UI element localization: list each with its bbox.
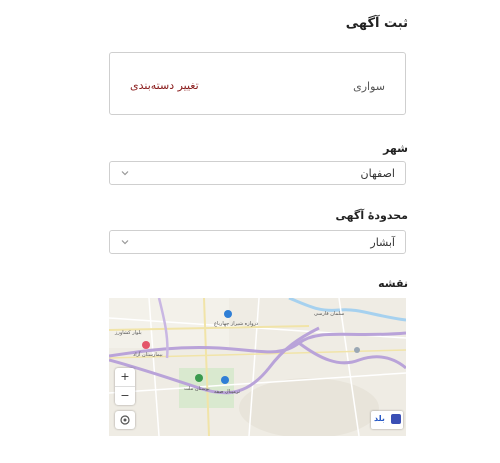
zoom-in-button[interactable]: + — [115, 368, 135, 386]
city-select[interactable]: اصفهان — [109, 161, 406, 185]
map-place-label: ترمینال صفه — [214, 389, 241, 395]
map-canvas[interactable] — [109, 298, 406, 436]
region-select[interactable]: آبشار — [109, 230, 406, 254]
chevron-down-icon — [121, 171, 129, 176]
locate-button[interactable] — [115, 411, 135, 429]
page-title: ثبت آگهی — [345, 16, 408, 31]
category-box: سواری تغییر دسته‌بندی — [109, 52, 406, 115]
region-value: آبشار — [370, 236, 395, 249]
map-place-label: دروازه شیراز چهارباغ — [214, 321, 259, 327]
category-name: سواری — [353, 80, 385, 93]
change-category-link[interactable]: تغییر دسته‌بندی — [130, 79, 199, 92]
brand-name: بلد — [374, 414, 385, 423]
map-place-label: سلمان فارسی — [314, 311, 345, 317]
map-brand: بلد — [371, 411, 403, 429]
map-label: نقشه — [378, 277, 408, 290]
locate-icon — [120, 415, 130, 425]
chevron-down-icon — [121, 240, 129, 245]
map-place-label: بوستان ملت — [184, 386, 210, 392]
city-value: اصفهان — [360, 167, 395, 180]
zoom-out-button[interactable]: − — [115, 386, 135, 405]
map-place-label: بیمارستان آزاد — [133, 352, 163, 358]
region-label: محدودهٔ آگهی — [335, 209, 408, 222]
brand-logo-icon — [391, 414, 401, 424]
map[interactable]: سلمان فارسی بلوار کشاورز دروازه شیراز چه… — [109, 298, 406, 436]
map-place-label: بلوار کشاورز — [115, 330, 142, 336]
zoom-control: + − — [115, 368, 135, 405]
city-label: شهر — [383, 142, 408, 155]
